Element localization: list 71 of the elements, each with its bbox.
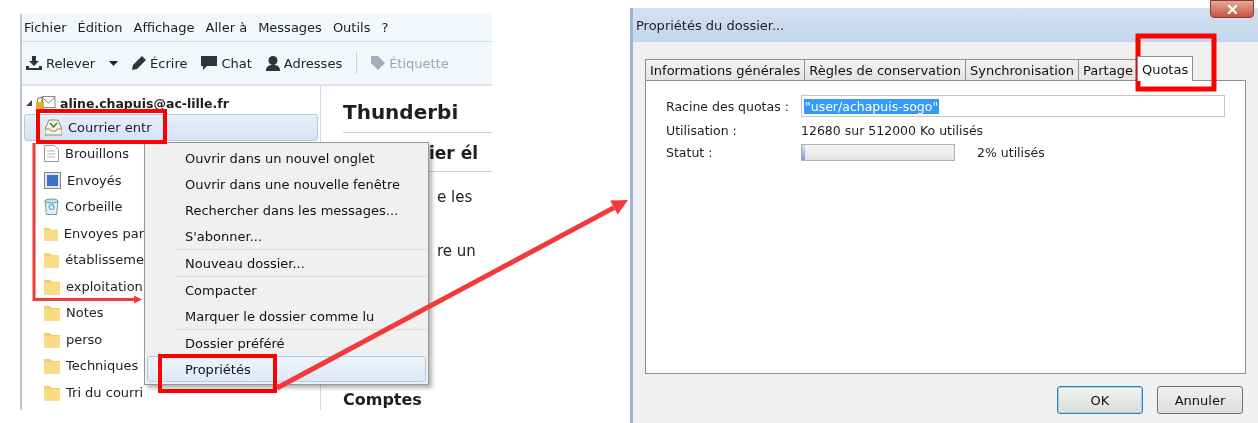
expand-icon[interactable] — [26, 100, 32, 106]
menu-bar-item[interactable]: Fichier — [24, 20, 67, 35]
folder-item[interactable]: Envoyes par — [24, 220, 144, 247]
window-title: Propriétés du dossier... — [636, 17, 785, 33]
menu-item[interactable]: S'abonner... — [175, 223, 428, 249]
folder-item[interactable]: Courrier entr — [24, 114, 318, 141]
progress-reading: 2% utilisés — [977, 145, 1045, 160]
close-button[interactable] — [1210, 0, 1254, 18]
tab[interactable]: Informations générales — [645, 59, 806, 80]
menu-bar-item[interactable]: Outils — [332, 20, 371, 35]
folder-icon — [44, 277, 60, 295]
trash-icon — [44, 198, 59, 216]
close-icon — [1227, 4, 1237, 14]
folder-icon — [44, 251, 60, 269]
envelope-lock-icon — [36, 96, 56, 110]
document-icon — [44, 145, 59, 163]
folder-item[interactable]: Envoyés — [24, 167, 144, 194]
folder-item[interactable]: Tri du courri — [24, 379, 144, 406]
menu-item[interactable]: Ouvrir dans une nouvelle fenêtre — [175, 171, 428, 197]
body-text: re un — [437, 242, 476, 260]
tag-icon — [371, 56, 386, 70]
account-name[interactable]: aline.chapuis@ac-lille.fr — [60, 95, 229, 111]
menu-item[interactable]: Rechercher dans les messages... — [175, 197, 428, 223]
dialog-button[interactable]: OK — [1057, 386, 1143, 414]
field-label: Utilisation : — [666, 123, 738, 138]
field-label: Statut : — [666, 145, 714, 160]
menu-item[interactable]: Dossier préféré — [175, 330, 428, 356]
menu-item[interactable]: Ouvrir dans un nouvel onglet — [175, 145, 428, 171]
tab[interactable]: Règles de conservation — [804, 59, 966, 80]
page-heading: Thunderbi — [343, 100, 492, 133]
folder-item[interactable]: perso — [24, 326, 144, 353]
folder-icon — [44, 330, 60, 348]
toolbar-button[interactable]: Écrire — [132, 55, 188, 71]
menu-item[interactable]: Propriétés — [147, 356, 426, 382]
field-label: Racine des quotas : — [666, 98, 790, 114]
menu-item[interactable]: Compacter — [175, 277, 428, 303]
folder-icon — [44, 383, 60, 401]
menu-bar-item[interactable]: Affichage — [133, 20, 195, 35]
toolbar-button[interactable]: Chat — [201, 55, 252, 71]
body-text: e les — [437, 188, 473, 206]
folder-item[interactable]: Notes — [24, 299, 144, 326]
dialog-button[interactable]: Annuler — [1157, 386, 1243, 414]
toolbar-button[interactable]: Relever — [26, 55, 96, 71]
person-icon — [265, 55, 280, 71]
menu-bar-item[interactable]: ? — [381, 20, 389, 35]
field-value: 12680 sur 512000 Ko utilisés — [801, 123, 985, 138]
menu-bar-item[interactable]: Aller à — [205, 20, 248, 35]
tab[interactable]: Quotas — [1136, 56, 1194, 81]
inbox-icon — [45, 118, 62, 136]
folder-item[interactable]: établisseme — [24, 246, 144, 273]
tab[interactable]: Partage — [1078, 59, 1138, 80]
menu-item[interactable]: Marquer le dossier comme lu — [175, 303, 428, 329]
toolbar-button[interactable]: Adresses — [265, 55, 343, 71]
menu-item[interactable]: Nouveau dossier... — [175, 250, 428, 276]
tab[interactable]: Synchronisation — [964, 59, 1080, 80]
dropdown-button[interactable] — [109, 60, 119, 66]
folder-item[interactable]: exploitation — [24, 273, 144, 300]
section-heading: Comptes — [343, 390, 422, 410]
menu-bar-item[interactable]: Édition — [77, 20, 123, 35]
folder-item[interactable]: Brouillons — [24, 140, 144, 167]
folder-item[interactable]: Corbeille — [24, 193, 144, 220]
menu-bar-item[interactable]: Messages — [258, 20, 322, 35]
sent-icon — [44, 171, 61, 189]
folder-icon — [44, 357, 60, 375]
folder-icon — [44, 304, 60, 322]
chat-bubble-icon — [201, 56, 218, 70]
folder-item[interactable]: Techniques — [24, 352, 144, 379]
pencil-icon — [132, 56, 147, 70]
caret-icon — [109, 60, 119, 66]
download-icon — [26, 56, 42, 70]
section-heading: ier él — [429, 143, 479, 163]
